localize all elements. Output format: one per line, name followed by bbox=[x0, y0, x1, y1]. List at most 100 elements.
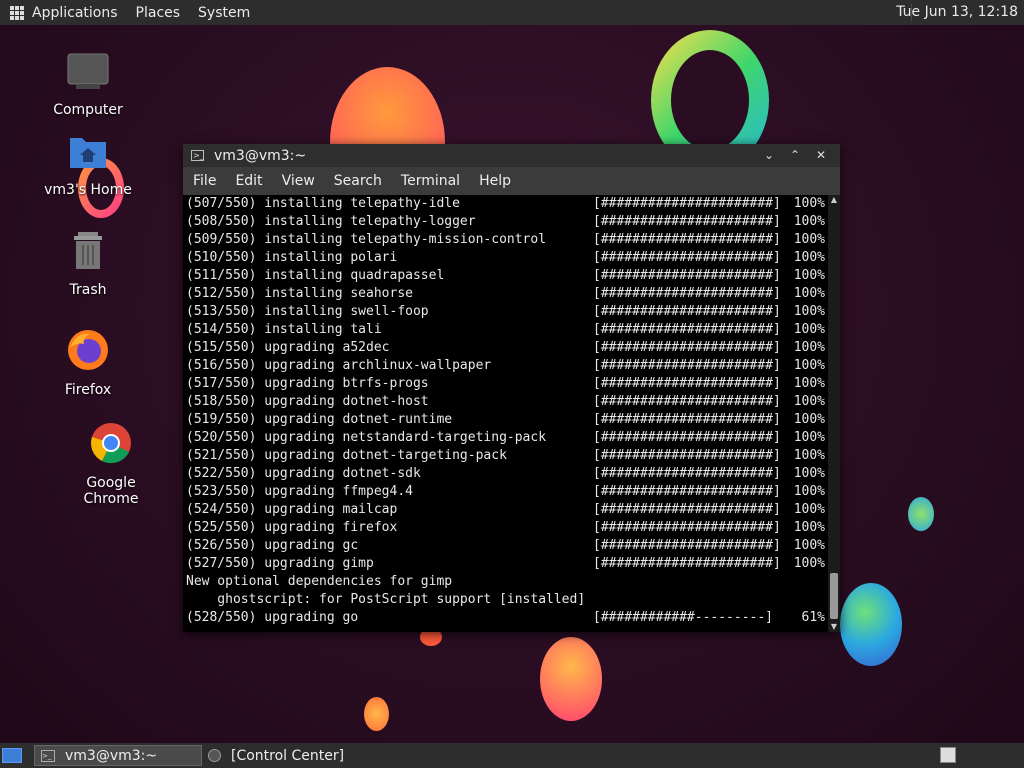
scroll-up-arrow-icon[interactable]: ▲ bbox=[829, 195, 839, 205]
terminal-line-text: (508/550) installing telepathy-logger bbox=[186, 214, 476, 229]
terminal-icon: >_ bbox=[191, 150, 204, 161]
progress-percent: 100% bbox=[793, 196, 825, 211]
progress-bar-text: [######################] bbox=[593, 322, 781, 337]
terminal-line-text: (507/550) installing telepathy-idle bbox=[186, 196, 460, 211]
menu-edit[interactable]: Edit bbox=[235, 173, 262, 189]
terminal-line-text: (524/550) upgrading mailcap bbox=[186, 502, 398, 517]
taskbar-item-label: vm3@vm3:~ bbox=[65, 747, 158, 764]
terminal-line: (523/550) upgrading ffmpeg4.4 [##########… bbox=[183, 483, 828, 501]
terminal-line: (527/550) upgrading gimp [###############… bbox=[183, 555, 828, 573]
progress-percent: 100% bbox=[793, 466, 825, 481]
taskbar-item-terminal[interactable]: >_ vm3@vm3:~ bbox=[34, 745, 202, 766]
desktop-icon-computer[interactable]: Computer bbox=[38, 52, 138, 118]
progress-percent: 100% bbox=[793, 520, 825, 535]
window-titlebar[interactable]: >_ vm3@vm3:~ ⌄ ⌃ ✕ bbox=[183, 144, 840, 167]
terminal-line: (524/550) upgrading mailcap [############… bbox=[183, 501, 828, 519]
progress-percent: 100% bbox=[793, 250, 825, 265]
workspace-switcher[interactable] bbox=[940, 747, 956, 763]
terminal-window[interactable]: >_ vm3@vm3:~ ⌄ ⌃ ✕ File Edit View Search… bbox=[183, 144, 840, 632]
desktop-icon-trash[interactable]: Trash bbox=[38, 230, 138, 298]
applications-grid-icon[interactable] bbox=[10, 5, 24, 20]
progress-percent: 100% bbox=[793, 448, 825, 463]
scroll-down-arrow-icon[interactable]: ▼ bbox=[829, 622, 839, 632]
terminal-line-text: (519/550) upgrading dotnet-runtime bbox=[186, 412, 453, 427]
progress-percent: 100% bbox=[793, 322, 825, 337]
top-panel: Applications Places System Tue Jun 13, 1… bbox=[0, 0, 1024, 25]
menu-system[interactable]: System bbox=[198, 5, 250, 21]
show-desktop-button[interactable] bbox=[2, 748, 22, 763]
menu-view[interactable]: View bbox=[282, 173, 315, 189]
terminal-line: (518/550) upgrading dotnet-host [########… bbox=[183, 393, 828, 411]
progress-percent: 100% bbox=[793, 358, 825, 373]
terminal-line: (526/550) upgrading gc [#################… bbox=[183, 537, 828, 555]
terminal-line-text: (518/550) upgrading dotnet-host bbox=[186, 394, 429, 409]
terminal-line: (511/550) installing quadrapassel [######… bbox=[183, 267, 828, 285]
terminal-line: (522/550) upgrading dotnet-sdk [#########… bbox=[183, 465, 828, 483]
progress-percent: 100% bbox=[793, 394, 825, 409]
maximize-button[interactable]: ⌃ bbox=[782, 147, 808, 164]
terminal-line-text: (527/550) upgrading gimp bbox=[186, 556, 374, 571]
terminal-output[interactable]: (507/550) installing telepathy-idle [####… bbox=[183, 195, 828, 632]
progress-bar-text: [############---------] bbox=[593, 610, 774, 625]
desktop-icon-chrome[interactable]: Google Chrome bbox=[61, 421, 161, 507]
chrome-icon bbox=[91, 423, 131, 464]
progress-bar-text: [######################] bbox=[593, 520, 781, 535]
terminal-scrollbar[interactable]: ▲ ▼ bbox=[828, 195, 840, 632]
terminal-line-text: ghostscript: for PostScript support [ins… bbox=[186, 592, 586, 607]
progress-bar-text: [######################] bbox=[593, 268, 781, 283]
menu-file[interactable]: File bbox=[193, 173, 216, 189]
progress-percent: 100% bbox=[793, 484, 825, 499]
menu-applications[interactable]: Applications bbox=[32, 5, 118, 21]
menu-help[interactable]: Help bbox=[479, 173, 511, 189]
progress-bar-text: [######################] bbox=[593, 502, 781, 517]
desktop-icon-firefox[interactable]: Firefox bbox=[38, 328, 138, 398]
terminal-line: (515/550) upgrading a52dec [#############… bbox=[183, 339, 828, 357]
progress-percent: 100% bbox=[793, 232, 825, 247]
scrollbar-thumb[interactable] bbox=[830, 573, 838, 619]
taskbar-item-control-center[interactable]: [Control Center] bbox=[202, 745, 402, 766]
terminal-line: (509/550) installing telepathy-mission-c… bbox=[183, 231, 828, 249]
minimize-button[interactable]: ⌄ bbox=[756, 147, 782, 164]
progress-bar-text: [######################] bbox=[593, 376, 781, 391]
terminal-menubar: File Edit View Search Terminal Help bbox=[183, 167, 840, 196]
terminal-line: (508/550) installing telepathy-logger [##… bbox=[183, 213, 828, 231]
progress-bar-text: [######################] bbox=[593, 250, 781, 265]
menu-terminal[interactable]: Terminal bbox=[401, 173, 460, 189]
desktop-icon-home[interactable]: vm3's Home bbox=[38, 132, 138, 198]
progress-percent: 61% bbox=[793, 610, 826, 625]
terminal-line-text: (515/550) upgrading a52dec bbox=[186, 340, 390, 355]
terminal-line-text: (522/550) upgrading dotnet-sdk bbox=[186, 466, 421, 481]
terminal-line: (507/550) installing telepathy-idle [####… bbox=[183, 195, 828, 213]
terminal-line-text: (513/550) installing swell-foop bbox=[186, 304, 429, 319]
progress-bar-text: [######################] bbox=[593, 394, 781, 409]
terminal-line: (510/550) installing polari [############… bbox=[183, 249, 828, 267]
progress-bar-text: [######################] bbox=[593, 232, 781, 247]
progress-percent: 100% bbox=[793, 502, 825, 517]
clock[interactable]: Tue Jun 13, 12:18 bbox=[896, 4, 1018, 20]
progress-bar-text: [######################] bbox=[593, 556, 781, 571]
progress-bar-text: [######################] bbox=[593, 412, 781, 427]
trash-icon bbox=[74, 232, 102, 269]
desktop-icon-label: Computer bbox=[53, 102, 123, 118]
terminal-line-text: (517/550) upgrading btrfs-progs bbox=[186, 376, 429, 391]
wallpaper-shape bbox=[840, 583, 902, 666]
progress-percent: 100% bbox=[793, 268, 825, 283]
close-button[interactable]: ✕ bbox=[808, 147, 834, 164]
terminal-line: (525/550) upgrading firefox [############… bbox=[183, 519, 828, 537]
menu-search[interactable]: Search bbox=[334, 173, 382, 189]
progress-percent: 100% bbox=[793, 430, 825, 445]
progress-bar-text: [######################] bbox=[593, 196, 781, 211]
terminal-line-text: (512/550) installing seahorse bbox=[186, 286, 413, 301]
progress-bar-text: [######################] bbox=[593, 430, 781, 445]
terminal-line: New optional dependencies for gimp bbox=[183, 573, 828, 591]
wallpaper-shape bbox=[364, 697, 389, 731]
terminal-line-text: (523/550) upgrading ffmpeg4.4 bbox=[186, 484, 413, 499]
terminal-line-text: (520/550) upgrading netstandard-targetin… bbox=[186, 430, 547, 445]
progress-bar-text: [######################] bbox=[593, 340, 781, 355]
terminal-line-text: (511/550) installing quadrapassel bbox=[186, 268, 445, 283]
progress-percent: 100% bbox=[793, 304, 825, 319]
terminal-line-text: (528/550) upgrading go bbox=[186, 610, 359, 625]
terminal-line-text: (521/550) upgrading dotnet-targeting-pac… bbox=[186, 448, 507, 463]
terminal-line-text: (516/550) upgrading archlinux-wallpaper bbox=[186, 358, 492, 373]
menu-places[interactable]: Places bbox=[136, 5, 181, 21]
